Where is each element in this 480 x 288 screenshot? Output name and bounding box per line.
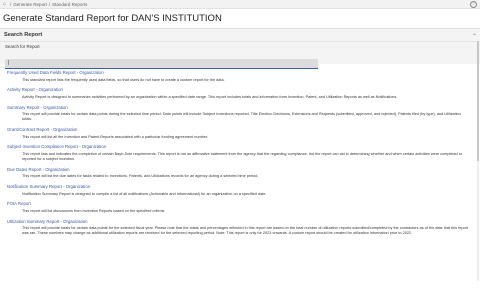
report-item: Due Dates Report - Organization This rep… <box>0 167 480 180</box>
report-title-link[interactable]: Utilization Summary Report - Organizatio… <box>7 219 470 225</box>
report-item: FOIA Report This report will list discus… <box>0 201 480 214</box>
report-item: Summary Report - Organization This repor… <box>0 105 480 123</box>
help-icon[interactable]: ? <box>470 0 477 8</box>
report-item: Frequently Used Data Fields Report - Org… <box>0 70 480 83</box>
page-title: Generate Standard Report for DAN'S INSTI… <box>3 13 222 24</box>
search-label: Search for Report <box>5 44 40 49</box>
top-navigation-bar: ⌂ / Generate Report / Standard Reports ? <box>0 0 480 9</box>
page-scrollbar[interactable] <box>477 41 479 281</box>
report-description: This report will provide totals for cert… <box>22 112 461 122</box>
report-item: Activity Report - Organization Activity … <box>0 87 480 100</box>
breadcrumb-separator: / <box>48 1 51 7</box>
report-item: Grant/Contract Report - Organization Thi… <box>0 127 480 140</box>
report-description: Notification Summary Report is designed … <box>22 191 267 196</box>
report-description: This report will list discussions from I… <box>22 208 165 213</box>
report-description: This report will list all the Invention … <box>22 134 208 139</box>
report-list: Frequently Used Data Fields Report - Org… <box>0 64 480 237</box>
report-description: This report will provide totals for cert… <box>22 226 468 236</box>
home-icon[interactable]: ⌂ <box>3 1 6 7</box>
report-title-link[interactable]: Grant/Contract Report - Organization <box>7 127 470 133</box>
report-description: This report lists and indicates the comp… <box>22 151 463 162</box>
report-title-link[interactable]: Summary Report - Organization <box>7 105 470 111</box>
collapse-icon[interactable]: − <box>472 32 476 38</box>
report-title-link[interactable]: Subject Invention Compliance Report - Or… <box>7 144 470 150</box>
report-description: This report will list the due dates for … <box>22 174 259 179</box>
search-report-title: Search Report <box>4 32 43 38</box>
report-title-link[interactable]: Frequently Used Data Fields Report - Org… <box>7 70 470 76</box>
breadcrumb-separator: / <box>10 1 12 7</box>
search-area: Search for Report <box>0 42 480 69</box>
breadcrumb-item-standard-reports: Standard Reports <box>52 1 88 7</box>
search-input[interactable] <box>5 58 318 69</box>
report-item: Notification Summary Report - Organizati… <box>0 184 480 197</box>
report-description: This standard report lists the frequentl… <box>22 77 225 82</box>
report-title-link[interactable]: Due Dates Report - Organization <box>7 167 470 173</box>
report-title-link[interactable]: Activity Report - Organization <box>7 87 470 93</box>
report-title-link[interactable]: Notification Summary Report - Organizati… <box>7 184 470 190</box>
scrollbar-thumb[interactable] <box>477 41 479 161</box>
search-report-section: Search Report − Search for Report <box>0 28 480 69</box>
report-description: Activity Report is designed to summarize… <box>22 94 398 99</box>
search-report-header[interactable]: Search Report − <box>0 29 480 42</box>
report-title-link[interactable]: FOIA Report <box>7 201 470 207</box>
report-item: Subject Invention Compliance Report - Or… <box>0 144 480 162</box>
breadcrumb-item-generate-report[interactable]: Generate Report <box>13 2 47 7</box>
report-item: Utilization Summary Report - Organizatio… <box>0 219 480 237</box>
